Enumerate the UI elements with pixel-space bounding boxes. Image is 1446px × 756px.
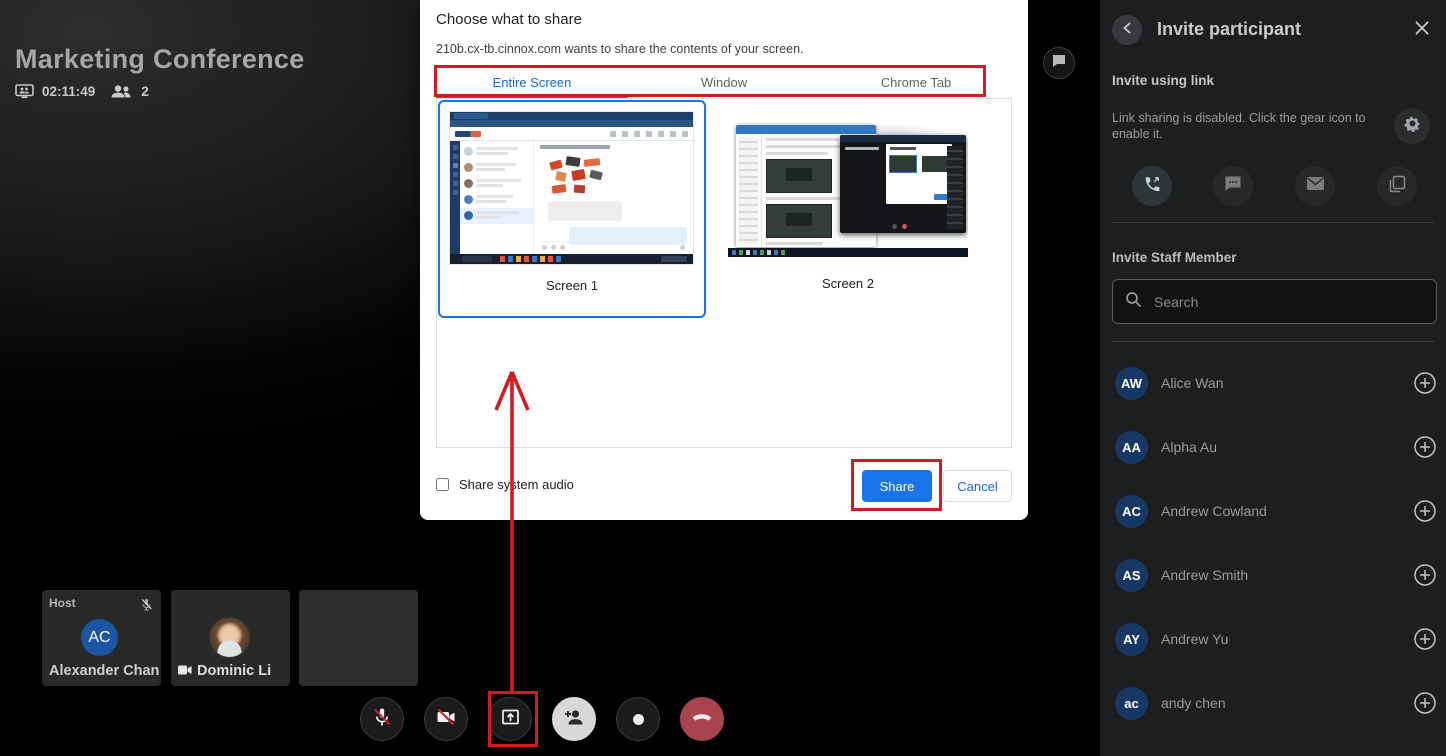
participant-name: Dominic Li <box>197 663 272 679</box>
link-sharing-disabled-message: Link sharing is disabled. Click the gear… <box>1112 111 1366 141</box>
staff-name: Alpha Au <box>1161 439 1218 455</box>
meeting-title: Marketing Conference <box>15 44 305 74</box>
avatar: AW <box>1115 366 1148 400</box>
invite-using-link-heading: Invite using link <box>1112 73 1215 88</box>
screen-share-session-icon <box>15 83 34 99</box>
staff-name: Andrew Smith <box>1161 567 1249 583</box>
screen-1-thumbnail <box>450 112 693 264</box>
participants-icon <box>109 84 133 99</box>
mic-muted-icon <box>371 706 393 733</box>
chat-bubble-icon <box>1052 54 1066 72</box>
staff-row[interactable]: AA Alpha Au <box>1100 415 1446 479</box>
screen-2-thumbnail <box>728 119 968 257</box>
staff-row[interactable]: ac andy chen <box>1100 671 1446 735</box>
staff-row[interactable]: AC Andrew Cowland <box>1100 479 1446 543</box>
add-staff-button[interactable] <box>1413 435 1437 459</box>
chat-panel-button[interactable] <box>1043 47 1075 79</box>
host-label: Host <box>49 596 76 610</box>
screen-2-label: Screen 2 <box>821 276 875 291</box>
search-icon <box>1125 291 1142 313</box>
tab-window[interactable]: Window <box>628 68 820 98</box>
divider <box>1112 341 1434 342</box>
avatar: AY <box>1115 622 1148 656</box>
avatar: ac <box>1115 686 1148 720</box>
dialog-title: Choose what to share <box>436 11 582 28</box>
call-out-icon <box>1143 175 1161 198</box>
tab-entire-screen[interactable]: Entire Screen <box>436 68 628 99</box>
share-screen-icon <box>499 706 522 733</box>
gear-icon <box>1403 114 1422 138</box>
avatar: AS <box>1115 558 1148 592</box>
hang-up-button[interactable] <box>680 697 724 741</box>
close-icon <box>1415 21 1429 40</box>
add-staff-button[interactable] <box>1413 691 1437 715</box>
participant-tile-host[interactable]: Host AC Alexander Chan <box>42 590 161 686</box>
share-system-audio-row: Share system audio <box>436 477 574 492</box>
screen-picker-panel: Screen 1 Screen 2 <box>436 98 1012 448</box>
choose-what-to-share-dialog: Choose what to share 210b.cx-tb.cinnox.c… <box>420 0 1028 520</box>
back-button[interactable] <box>1112 15 1142 45</box>
close-panel-button[interactable] <box>1410 18 1434 42</box>
staff-row[interactable]: AY Andrew Yu <box>1100 607 1446 671</box>
copy-link-button[interactable] <box>1377 166 1417 206</box>
staff-name: andy chen <box>1161 695 1226 711</box>
record-dot-icon <box>632 713 644 725</box>
screen-1-option[interactable]: Screen 1 <box>438 100 706 318</box>
share-system-audio-label: Share system audio <box>459 477 574 492</box>
camera-off-icon <box>435 706 457 733</box>
staff-name: Andrew Cowland <box>1161 503 1267 519</box>
participant-tile-empty <box>299 590 418 686</box>
cancel-button[interactable]: Cancel <box>943 470 1012 502</box>
share-source-tabs: Entire Screen Window Chrome Tab <box>436 68 1012 99</box>
divider <box>1112 222 1434 223</box>
share-button[interactable]: Share <box>862 470 932 502</box>
copy-icon <box>1388 175 1406 198</box>
screen-2-option[interactable]: Screen 2 <box>714 100 982 318</box>
sms-icon <box>1224 175 1242 197</box>
avatar: AC <box>1115 494 1148 528</box>
staff-row[interactable]: AS Andrew Smith <box>1100 543 1446 607</box>
camera-on-icon <box>178 663 192 679</box>
link-settings-button[interactable] <box>1394 108 1430 144</box>
panel-title: Invite participant <box>1157 19 1302 39</box>
staff-row[interactable]: AW Alice Wan <box>1100 351 1446 415</box>
camera-toggle-button[interactable] <box>424 697 468 741</box>
add-staff-button[interactable] <box>1413 627 1437 651</box>
add-participant-button[interactable] <box>552 697 596 741</box>
add-staff-button[interactable] <box>1413 371 1437 395</box>
add-participant-icon <box>562 706 586 733</box>
invite-by-call-button[interactable] <box>1132 166 1172 206</box>
participant-tile[interactable]: Dominic Li <box>171 590 290 686</box>
staff-list: AW Alice Wan AA Alpha Au AC Andrew Cowla… <box>1100 351 1446 735</box>
avatar: AA <box>1115 430 1148 464</box>
avatar <box>209 617 250 658</box>
mic-mute-button[interactable] <box>360 697 404 741</box>
share-system-audio-checkbox[interactable] <box>436 478 449 491</box>
hang-up-phone-icon <box>690 706 714 733</box>
avatar: AC <box>81 619 118 656</box>
invite-by-email-button[interactable] <box>1295 166 1335 206</box>
screen-1-label: Screen 1 <box>545 278 599 293</box>
tab-chrome-tab[interactable]: Chrome Tab <box>820 68 1012 98</box>
email-icon <box>1306 176 1325 196</box>
invite-staff-heading: Invite Staff Member <box>1112 250 1237 265</box>
add-staff-button[interactable] <box>1413 563 1437 587</box>
meeting-timer: 02:11:49 <box>42 83 96 99</box>
participant-count: 2 <box>141 83 149 99</box>
record-button[interactable] <box>616 697 660 741</box>
search-input[interactable] <box>1154 293 1424 310</box>
participant-name: Alexander Chan <box>49 663 160 679</box>
invite-by-sms-button[interactable] <box>1213 166 1253 206</box>
dialog-subtitle: 210b.cx-tb.cinnox.com wants to share the… <box>436 42 804 56</box>
add-staff-button[interactable] <box>1413 499 1437 523</box>
share-screen-button[interactable] <box>488 697 532 741</box>
mic-muted-icon <box>139 597 154 617</box>
invite-participant-panel: Invite participant Invite using link Lin… <box>1100 0 1446 756</box>
staff-name: Alice Wan <box>1161 375 1224 391</box>
meeting-meta: 02:11:49 2 <box>15 82 149 100</box>
staff-name: Andrew Yu <box>1161 631 1229 647</box>
chevron-left-icon <box>1122 21 1132 39</box>
staff-search-box[interactable] <box>1112 279 1437 324</box>
